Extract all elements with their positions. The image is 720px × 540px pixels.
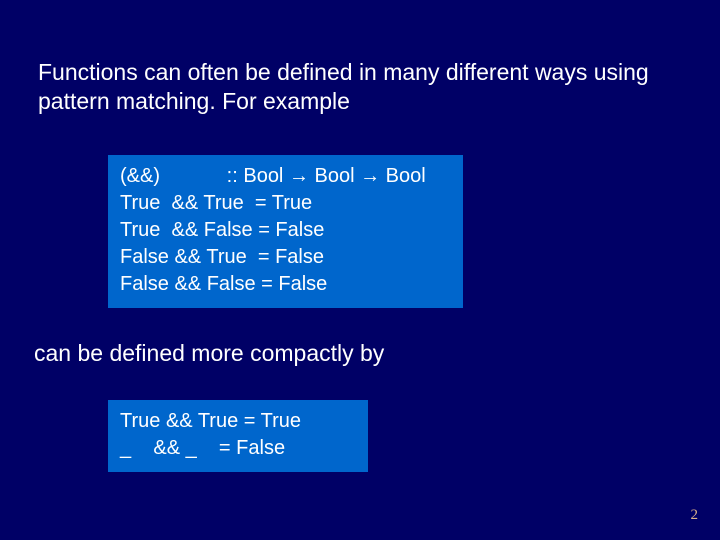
code-line: False && True = False xyxy=(120,244,451,271)
arrow-icon: → xyxy=(289,165,309,187)
code-line: False && False = False xyxy=(120,271,451,298)
code-text: (&&) :: Bool xyxy=(120,165,289,187)
arrow-icon: → xyxy=(360,165,380,187)
code-text: Bool xyxy=(380,165,426,187)
code-line: True && False = False xyxy=(120,217,451,244)
middle-text: can be defined more compactly by xyxy=(34,340,674,367)
code-line: (&&) :: Bool → Bool → Bool xyxy=(120,163,451,190)
code-line: True && True = True xyxy=(120,408,356,435)
code-block-full-definition: (&&) :: Bool → Bool → Bool True && True … xyxy=(108,155,463,308)
code-line: True && True = True xyxy=(120,190,451,217)
code-line: _ && _ = False xyxy=(120,435,356,462)
code-text: Bool xyxy=(309,165,360,187)
page-number: 2 xyxy=(691,507,699,524)
code-block-compact-definition: True && True = True _ && _ = False xyxy=(108,400,368,472)
intro-text: Functions can often be defined in many d… xyxy=(38,58,678,117)
slide: Functions can often be defined in many d… xyxy=(0,0,720,540)
